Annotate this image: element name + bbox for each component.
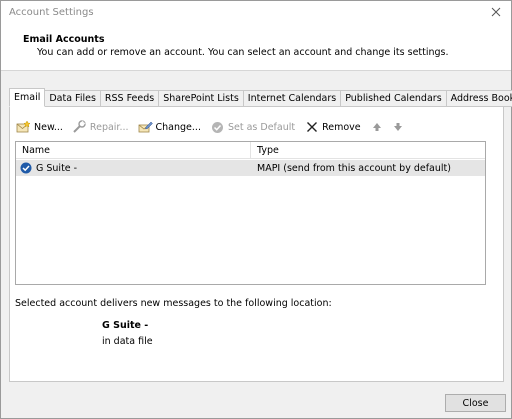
arrow-down-icon bbox=[391, 120, 406, 135]
header-subtitle: You can add or remove an account. You ca… bbox=[37, 47, 449, 58]
account-type-cell: MAPI (send from this account by default) bbox=[257, 162, 451, 174]
move-down-button[interactable] bbox=[391, 118, 406, 136]
window-title: Account Settings bbox=[9, 7, 94, 18]
check-circle-icon bbox=[210, 120, 225, 135]
title-bar: Account Settings bbox=[1, 1, 511, 25]
column-header-name[interactable]: Name bbox=[16, 142, 251, 158]
tab-address-books[interactable]: Address Books bbox=[446, 90, 512, 107]
list-header: Name Type bbox=[16, 142, 485, 159]
close-button[interactable]: Close bbox=[445, 394, 506, 412]
tab-data-files[interactable]: Data Files bbox=[45, 90, 101, 107]
delivery-account-name: G Suite - bbox=[102, 320, 149, 331]
tab-strip: Email Data Files RSS Feeds SharePoint Li… bbox=[9, 88, 512, 107]
tab-published-calendars[interactable]: Published Calendars bbox=[341, 90, 447, 107]
accounts-list[interactable]: Name Type G Suite - MAPI (send from this… bbox=[15, 141, 486, 285]
new-button-label: New... bbox=[34, 121, 63, 133]
change-account-icon bbox=[138, 120, 153, 135]
repair-button[interactable]: Repair... bbox=[72, 118, 129, 136]
dialog-header: Email Accounts You can add or remove an … bbox=[1, 25, 511, 71]
email-tab-panel: New... Repair... Change... Set as Defaul… bbox=[9, 106, 504, 382]
remove-x-icon bbox=[304, 120, 319, 135]
header-title: Email Accounts bbox=[23, 34, 105, 45]
column-header-type[interactable]: Type bbox=[251, 142, 485, 158]
close-window-icon[interactable] bbox=[487, 3, 505, 21]
change-button-label: Change... bbox=[155, 121, 201, 133]
account-settings-window: Account Settings Email Accounts You can … bbox=[0, 0, 512, 419]
tab-sharepoint-lists[interactable]: SharePoint Lists bbox=[159, 90, 244, 107]
account-name-cell: G Suite - bbox=[16, 160, 251, 176]
set-as-default-label: Set as Default bbox=[227, 121, 296, 133]
remove-button[interactable]: Remove bbox=[304, 118, 361, 136]
tab-email[interactable]: Email bbox=[9, 88, 46, 107]
remove-button-label: Remove bbox=[322, 121, 361, 133]
arrow-up-icon bbox=[370, 120, 385, 135]
new-button[interactable]: New... bbox=[16, 118, 63, 136]
account-name: G Suite - bbox=[36, 162, 78, 174]
delivery-data-file: in data file bbox=[102, 336, 153, 347]
wrench-icon bbox=[72, 120, 87, 135]
table-row[interactable]: G Suite - MAPI (send from this account b… bbox=[16, 160, 485, 176]
delivery-info-text: Selected account delivers new messages t… bbox=[15, 298, 332, 309]
repair-button-label: Repair... bbox=[89, 121, 129, 133]
move-up-button[interactable] bbox=[370, 118, 385, 136]
change-button[interactable]: Change... bbox=[138, 118, 201, 136]
new-account-icon bbox=[16, 120, 31, 135]
account-toolbar: New... Repair... Change... Set as Defaul… bbox=[16, 118, 415, 136]
tab-rss-feeds[interactable]: RSS Feeds bbox=[100, 90, 160, 107]
default-account-check-icon bbox=[20, 162, 32, 174]
set-as-default-button[interactable]: Set as Default bbox=[210, 118, 295, 136]
tab-internet-calendars[interactable]: Internet Calendars bbox=[243, 90, 342, 107]
